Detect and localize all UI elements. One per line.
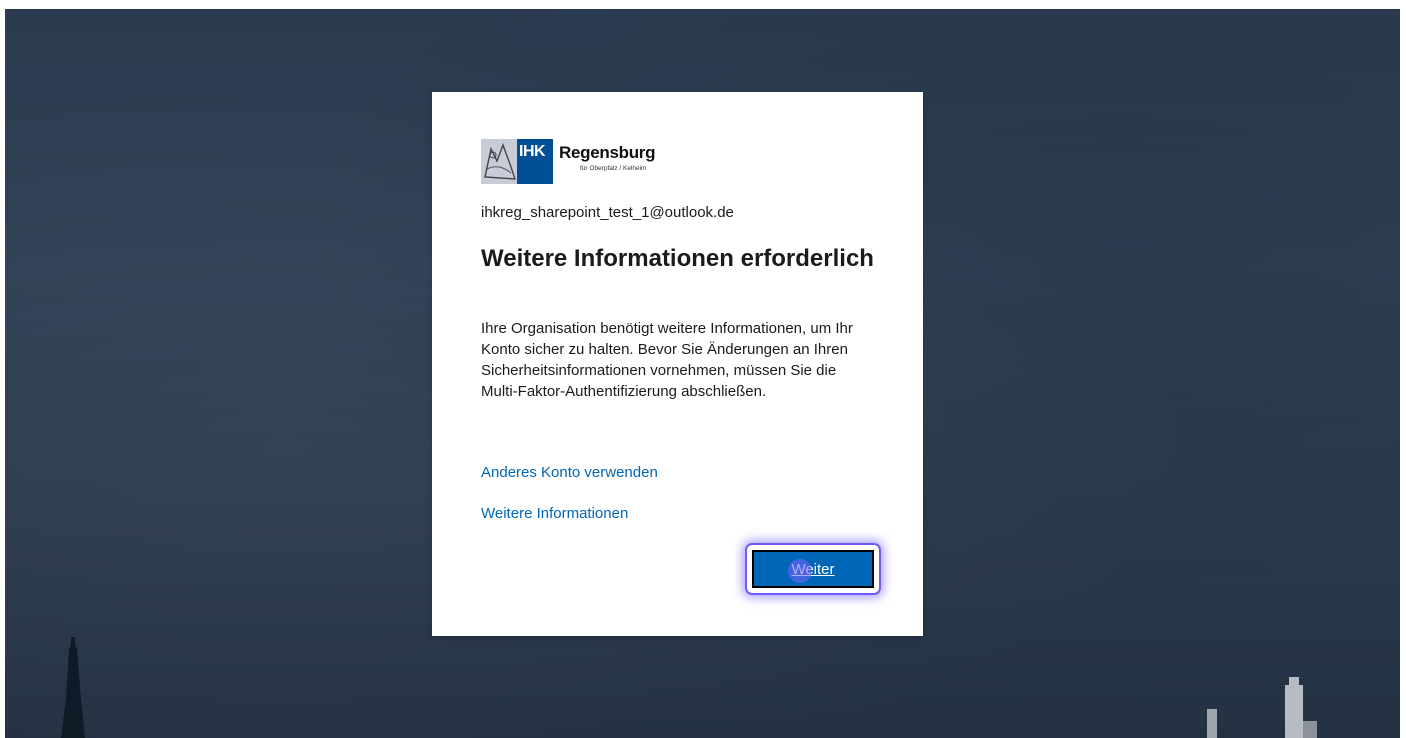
- logo-org-short: IHK: [519, 143, 546, 160]
- ihk-logo: IHK Regensburg für Oberpfalz / Kelheim: [481, 139, 655, 184]
- background: IHK Regensburg für Oberpfalz / Kelheim i…: [5, 9, 1400, 738]
- coat-of-arms-icon: [481, 139, 517, 184]
- logo-subtitle: für Oberpfalz / Kelheim: [580, 165, 647, 172]
- other-account-link[interactable]: Anderes Konto verwenden: [481, 464, 658, 481]
- next-button-focus-ring: Weiter: [745, 543, 881, 595]
- more-info-link[interactable]: Weitere Informationen: [481, 505, 628, 522]
- ihk-badge: IHK: [517, 139, 553, 184]
- description-text: Ihre Organisation benötigt weitere Infor…: [481, 320, 853, 400]
- signin-card: IHK Regensburg für Oberpfalz / Kelheim i…: [432, 92, 923, 636]
- page-title: Weitere Informationen erforderlich: [481, 245, 874, 272]
- account-email: ihkreg_sharepoint_test_1@outlook.de: [481, 204, 734, 221]
- logo-city: Regensburg: [559, 143, 656, 162]
- next-button[interactable]: Weiter: [752, 550, 874, 588]
